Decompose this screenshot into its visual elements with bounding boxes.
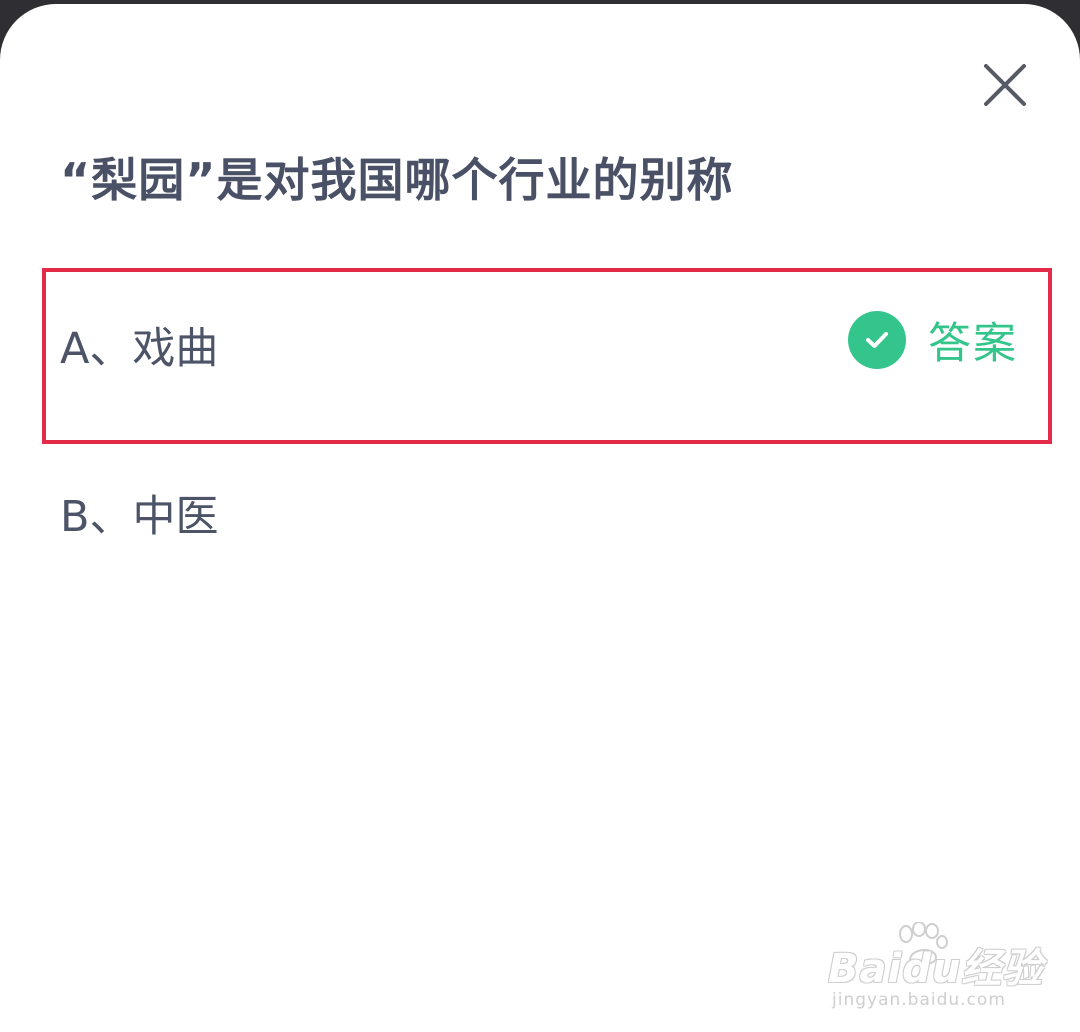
check-circle-icon: [848, 311, 906, 369]
answer-badge: 答案: [848, 310, 1018, 370]
watermark-url: jingyan.baidu.com: [832, 990, 1006, 1010]
option-a[interactable]: A、戏曲: [60, 314, 218, 376]
option-b[interactable]: B、中医: [60, 482, 219, 544]
answer-label: 答案: [928, 319, 1018, 369]
watermark-brand: Baidu经验: [828, 946, 1044, 992]
close-button[interactable]: [978, 58, 1032, 112]
close-icon: [984, 64, 1026, 106]
question-title: “梨园”是对我国哪个行业的别称: [60, 153, 734, 207]
quiz-sheet: “梨园”是对我国哪个行业的别称 A、戏曲 答案 B、中医 Baidu经验 jin…: [0, 4, 1080, 1032]
baidu-watermark: Baidu经验 jingyan.baidu.com: [828, 922, 1042, 1012]
